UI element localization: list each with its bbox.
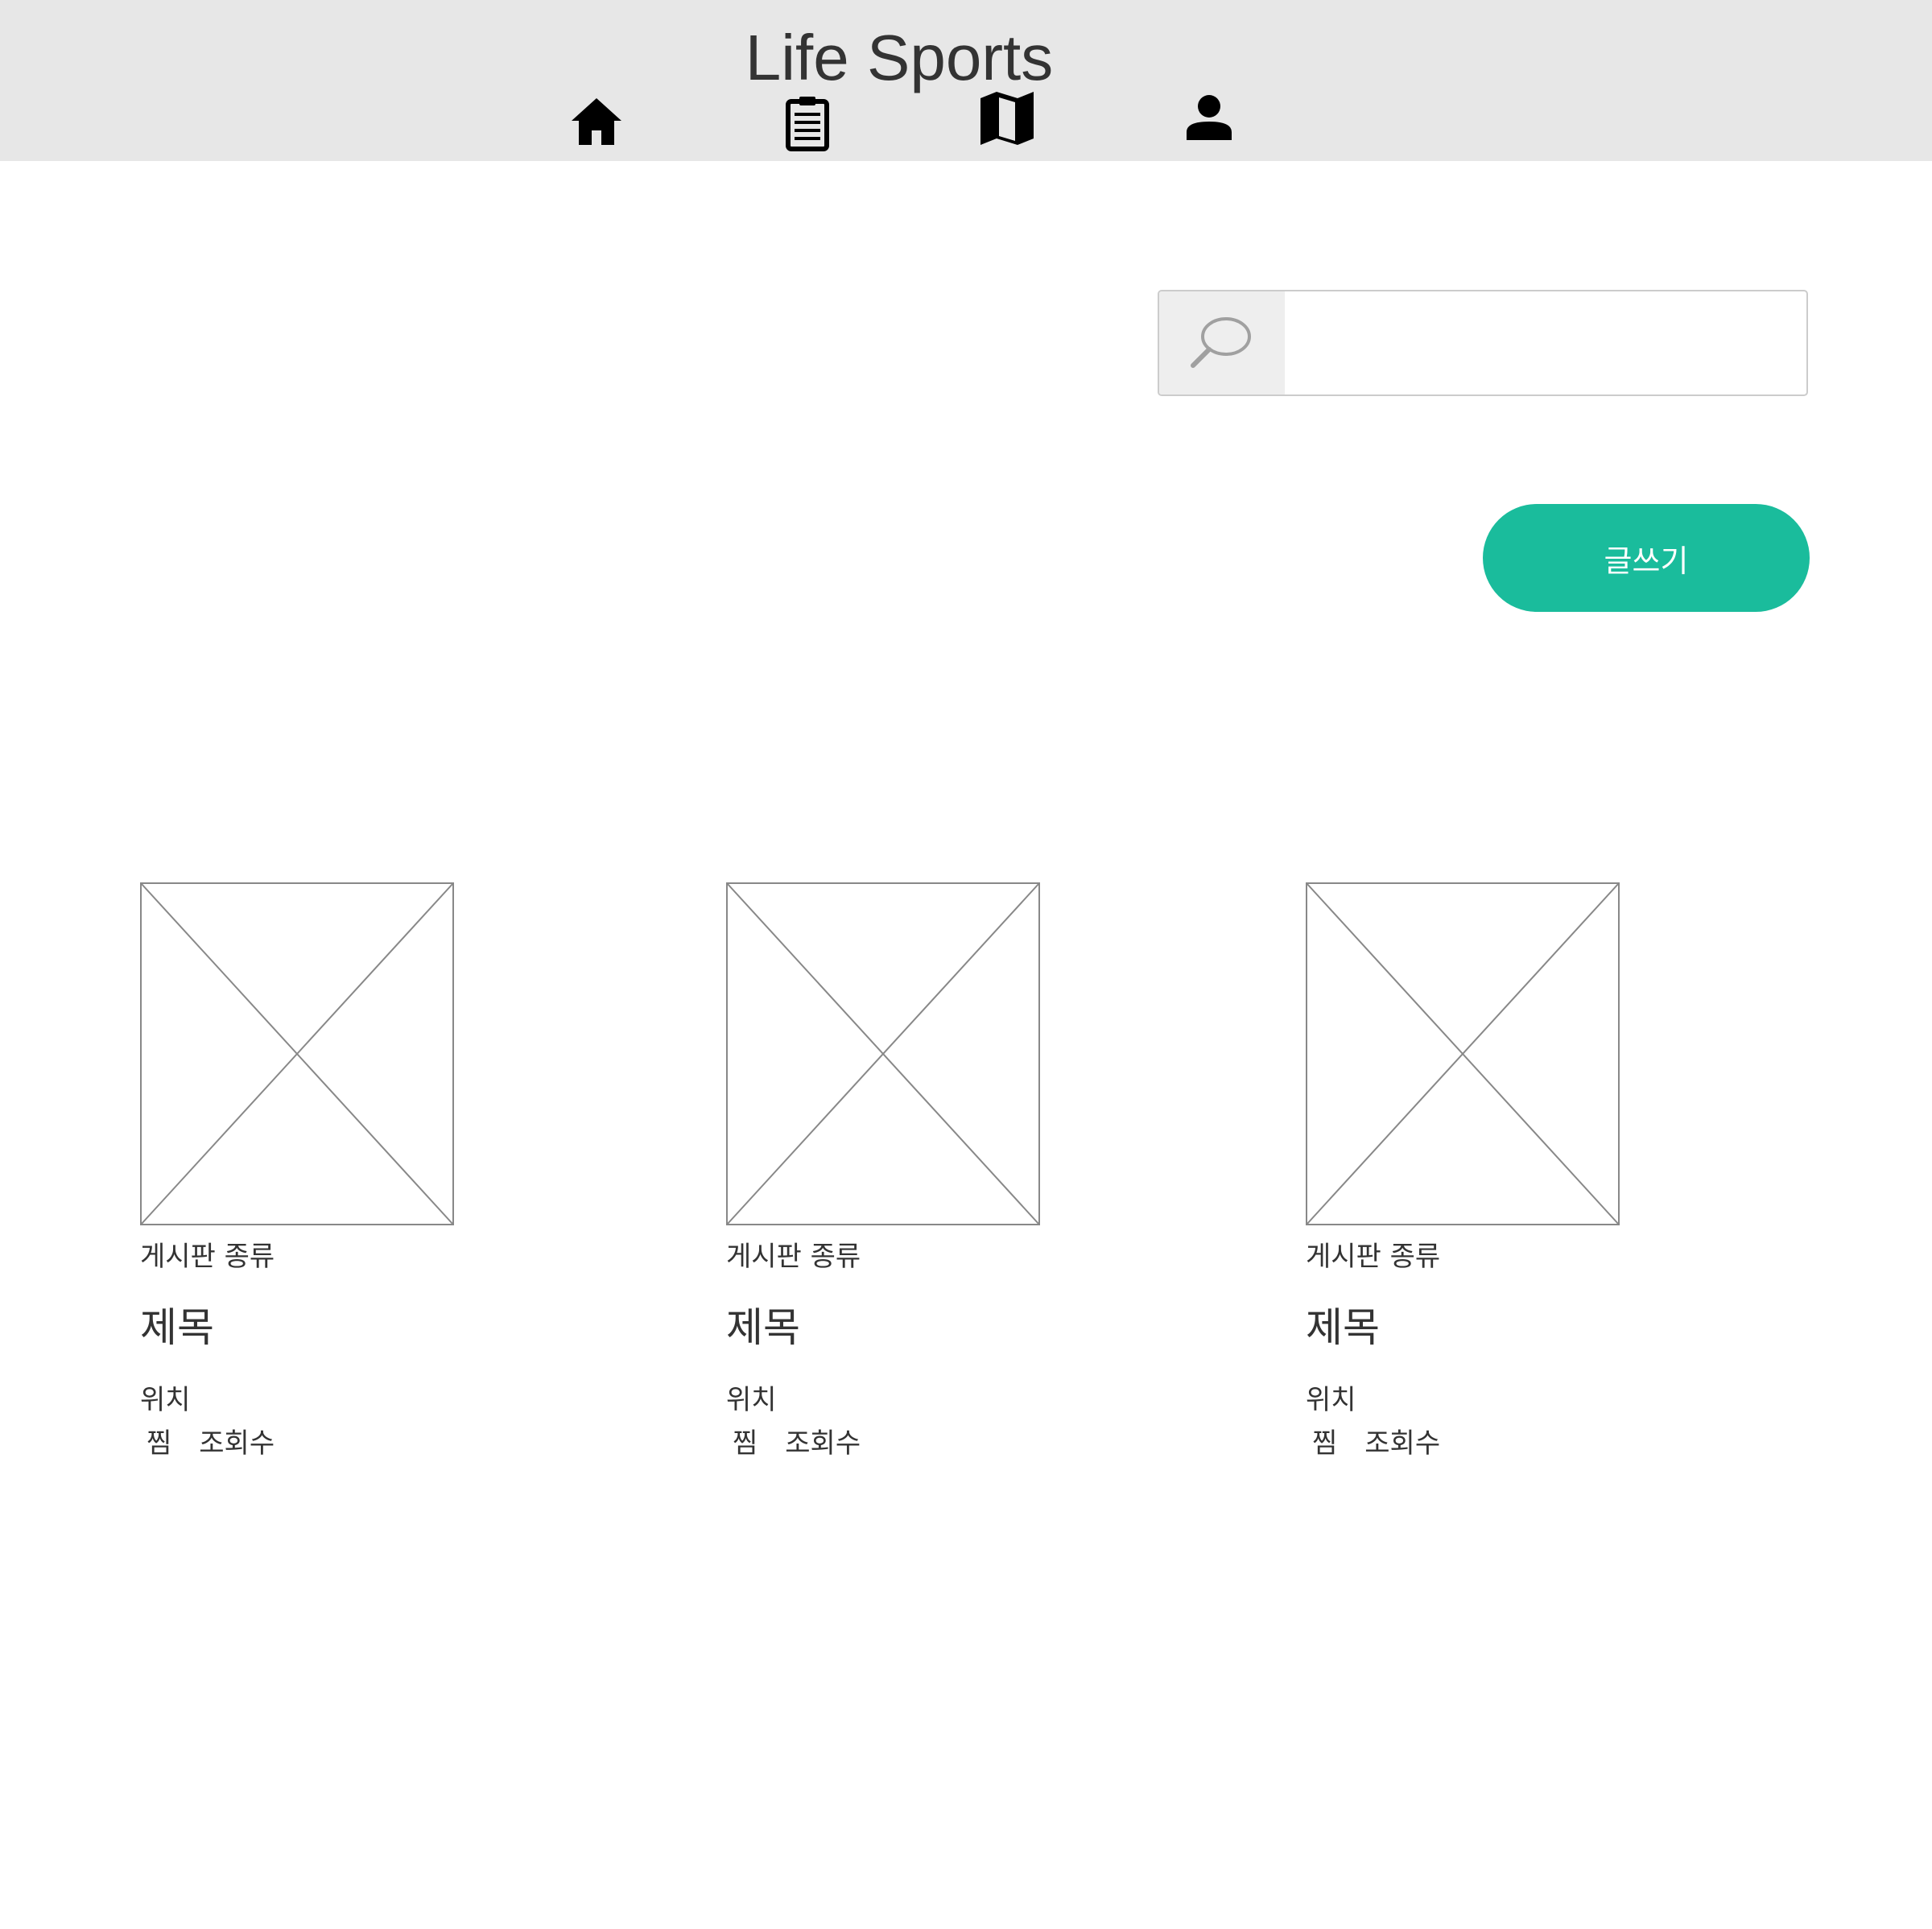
post-meta: 찜 조회수 (1312, 1423, 1440, 1464)
home-icon[interactable] (572, 98, 621, 145)
top-header: Life Sports (0, 0, 1932, 161)
post-title[interactable]: 제목 (1306, 1301, 1380, 1354)
views-label: 조회수 (199, 1427, 275, 1460)
search-input[interactable] (1285, 291, 1806, 394)
views-label: 조회수 (1364, 1427, 1441, 1460)
post-title[interactable]: 제목 (140, 1301, 214, 1354)
image-placeholder (1306, 882, 1620, 1225)
board-type-label: 게시판 종류 (726, 1241, 861, 1273)
post-meta: 찜 조회수 (147, 1423, 275, 1464)
person-icon[interactable] (1187, 95, 1232, 140)
post-card[interactable]: 게시판 종류 제목 위치 찜 조회수 (726, 882, 1064, 1478)
image-placeholder (726, 882, 1040, 1225)
like-label[interactable]: 찜 (1312, 1427, 1337, 1460)
location-label: 위치 (140, 1384, 191, 1416)
views-label: 조회수 (785, 1427, 861, 1460)
like-label[interactable]: 찜 (147, 1427, 171, 1460)
location-label: 위치 (726, 1384, 777, 1416)
search-bar (1158, 290, 1808, 396)
image-placeholder (140, 882, 454, 1225)
post-title[interactable]: 제목 (726, 1301, 800, 1354)
post-meta: 찜 조회수 (733, 1423, 861, 1464)
map-icon[interactable] (980, 92, 1034, 145)
clipboard-icon[interactable] (786, 95, 829, 151)
write-post-button[interactable]: 글쓰기 (1483, 504, 1810, 612)
search-icon[interactable] (1159, 291, 1285, 394)
board-type-label: 게시판 종류 (1306, 1241, 1441, 1273)
like-label[interactable]: 찜 (733, 1427, 758, 1460)
post-card[interactable]: 게시판 종류 제목 위치 찜 조회수 (140, 882, 478, 1478)
board-type-label: 게시판 종류 (140, 1241, 275, 1273)
app-title: Life Sports (745, 22, 1054, 93)
post-card[interactable]: 게시판 종류 제목 위치 찜 조회수 (1306, 882, 1644, 1478)
location-label: 위치 (1306, 1384, 1356, 1416)
